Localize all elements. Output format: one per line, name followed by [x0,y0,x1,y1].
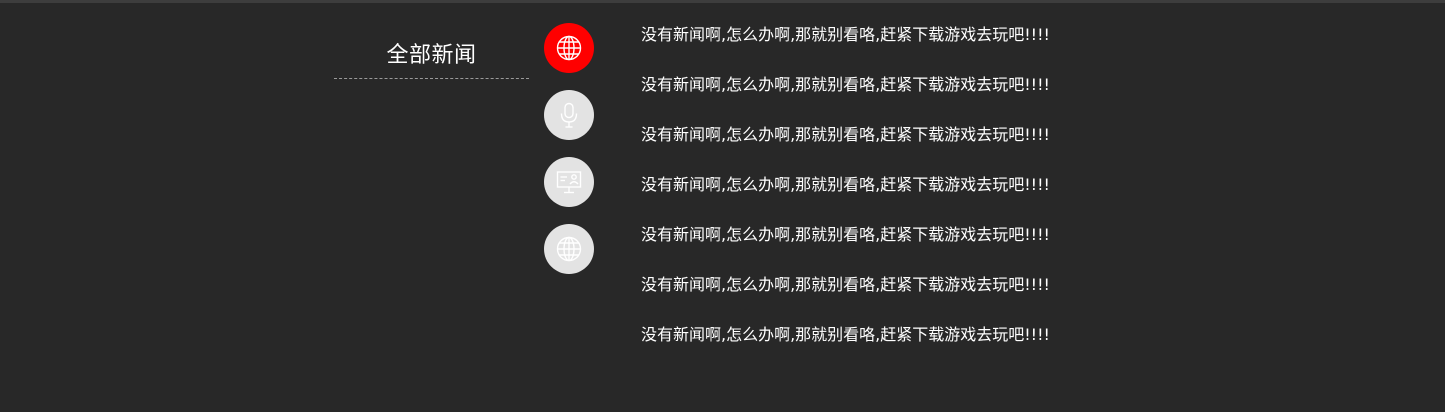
category-button-world[interactable] [544,224,594,274]
category-button-video[interactable] [544,157,594,207]
news-item[interactable]: 没有新闻啊,怎么办啊,那就别看咯,赶紧下载游戏去玩吧!!!! [641,271,1050,321]
news-item[interactable]: 没有新闻啊,怎么办啊,那就别看咯,赶紧下载游戏去玩吧!!!! [641,21,1050,71]
news-item[interactable]: 没有新闻啊,怎么办啊,那就别看咯,赶紧下载游戏去玩吧!!!! [641,71,1050,121]
news-list: 没有新闻啊,怎么办啊,那就别看咯,赶紧下载游戏去玩吧!!!! 没有新闻啊,怎么办… [641,21,1050,371]
top-border [0,0,1445,3]
presentation-icon [556,171,582,194]
microphone-icon [560,102,578,128]
news-item[interactable]: 没有新闻啊,怎么办啊,那就别看咯,赶紧下载游戏去玩吧!!!! [641,321,1050,371]
news-item[interactable]: 没有新闻啊,怎么办啊,那就别看咯,赶紧下载游戏去玩吧!!!! [641,121,1050,171]
globe-icon [556,236,582,262]
category-button-all[interactable] [544,23,594,73]
news-item[interactable]: 没有新闻啊,怎么办啊,那就别看咯,赶紧下载游戏去玩吧!!!! [641,171,1050,221]
category-button-audio[interactable] [544,90,594,140]
globe-icon [556,35,582,61]
category-title: 全部新闻 [334,40,529,79]
news-item[interactable]: 没有新闻啊,怎么办啊,那就别看咯,赶紧下载游戏去玩吧!!!! [641,221,1050,271]
